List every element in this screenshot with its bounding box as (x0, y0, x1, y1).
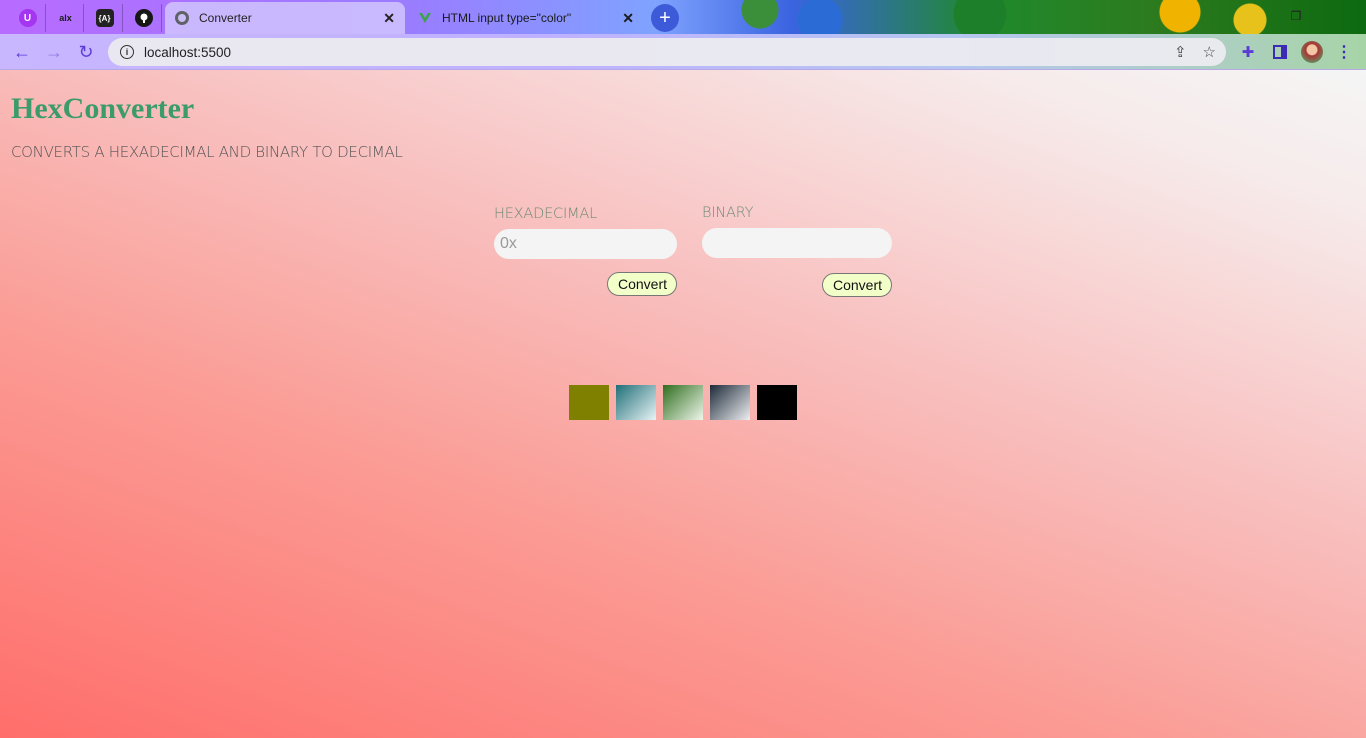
hex-convert-button[interactable]: Convert (607, 272, 677, 296)
globe-icon (175, 11, 189, 25)
udemy-icon: U (18, 9, 37, 27)
hex-converter: HEXADECIMAL Convert (494, 206, 678, 306)
tab-converter[interactable]: Converter ✕ (165, 2, 405, 34)
github-icon (134, 9, 153, 27)
swatch-green-gradient[interactable] (663, 385, 703, 420)
app-subtitle: CONVERTS A HEXADECIMAL AND BINARY TO DEC… (11, 143, 403, 161)
info-icon[interactable]: i (120, 45, 134, 59)
share-icon[interactable]: ⇪ (1174, 43, 1187, 61)
close-icon[interactable]: ✕ (622, 10, 634, 27)
restore-window-icon[interactable]: ❐ (1288, 8, 1304, 24)
close-icon[interactable]: ✕ (383, 10, 395, 27)
alx-icon: alx (59, 13, 72, 23)
swatch-slate-gradient[interactable] (710, 385, 750, 420)
swatch-olive[interactable] (569, 385, 609, 420)
browser-tabstrip: U alx {A} Converter ✕ HTML input type="c… (0, 0, 1366, 34)
profile-avatar[interactable] (1300, 40, 1324, 64)
pinned-tab-udemy[interactable]: U (10, 4, 46, 32)
binary-input[interactable] (702, 228, 892, 258)
binary-label: BINARY (702, 205, 754, 221)
pinned-tab-alx[interactable]: alx (48, 4, 84, 32)
code-icon: {A} (95, 9, 114, 27)
app-title: HexConverter (11, 92, 195, 125)
back-icon[interactable]: ← (10, 40, 34, 64)
new-tab-button[interactable]: + (651, 4, 679, 32)
swatch-teal-gradient[interactable] (616, 385, 656, 420)
pinned-tab-code[interactable]: {A} (87, 4, 123, 32)
binary-converter: BINARY Convert (702, 205, 892, 306)
extensions-icon[interactable]: ✚ (1236, 40, 1260, 64)
vuetify-icon (418, 11, 432, 25)
url-text: localhost:5500 (144, 44, 232, 60)
hex-input[interactable] (494, 229, 677, 259)
browser-toolbar: ← → ↻ i localhost:5500 ⇪ ☆ ✚ ⋮ (0, 34, 1366, 70)
binary-convert-button[interactable]: Convert (822, 273, 892, 297)
tab-title: HTML input type="color" (442, 11, 572, 25)
menu-kebab-icon[interactable]: ⋮ (1332, 40, 1356, 64)
tab-html-input-color[interactable]: HTML input type="color" ✕ (408, 2, 644, 34)
reload-icon[interactable]: ↻ (74, 40, 98, 64)
pinned-tab-github[interactable] (126, 4, 162, 32)
swatch-black[interactable] (757, 385, 797, 420)
side-panel-icon[interactable] (1268, 40, 1292, 64)
page-content: HexConverter CONVERTS A HEXADECIMAL AND … (0, 70, 1366, 738)
hex-label: HEXADECIMAL (494, 206, 597, 222)
bookmark-star-icon[interactable]: ☆ (1203, 43, 1216, 61)
address-bar[interactable]: i localhost:5500 ⇪ ☆ (108, 38, 1226, 66)
tab-title: Converter (199, 11, 252, 25)
color-swatches (569, 385, 797, 420)
forward-icon[interactable]: → (42, 40, 66, 64)
